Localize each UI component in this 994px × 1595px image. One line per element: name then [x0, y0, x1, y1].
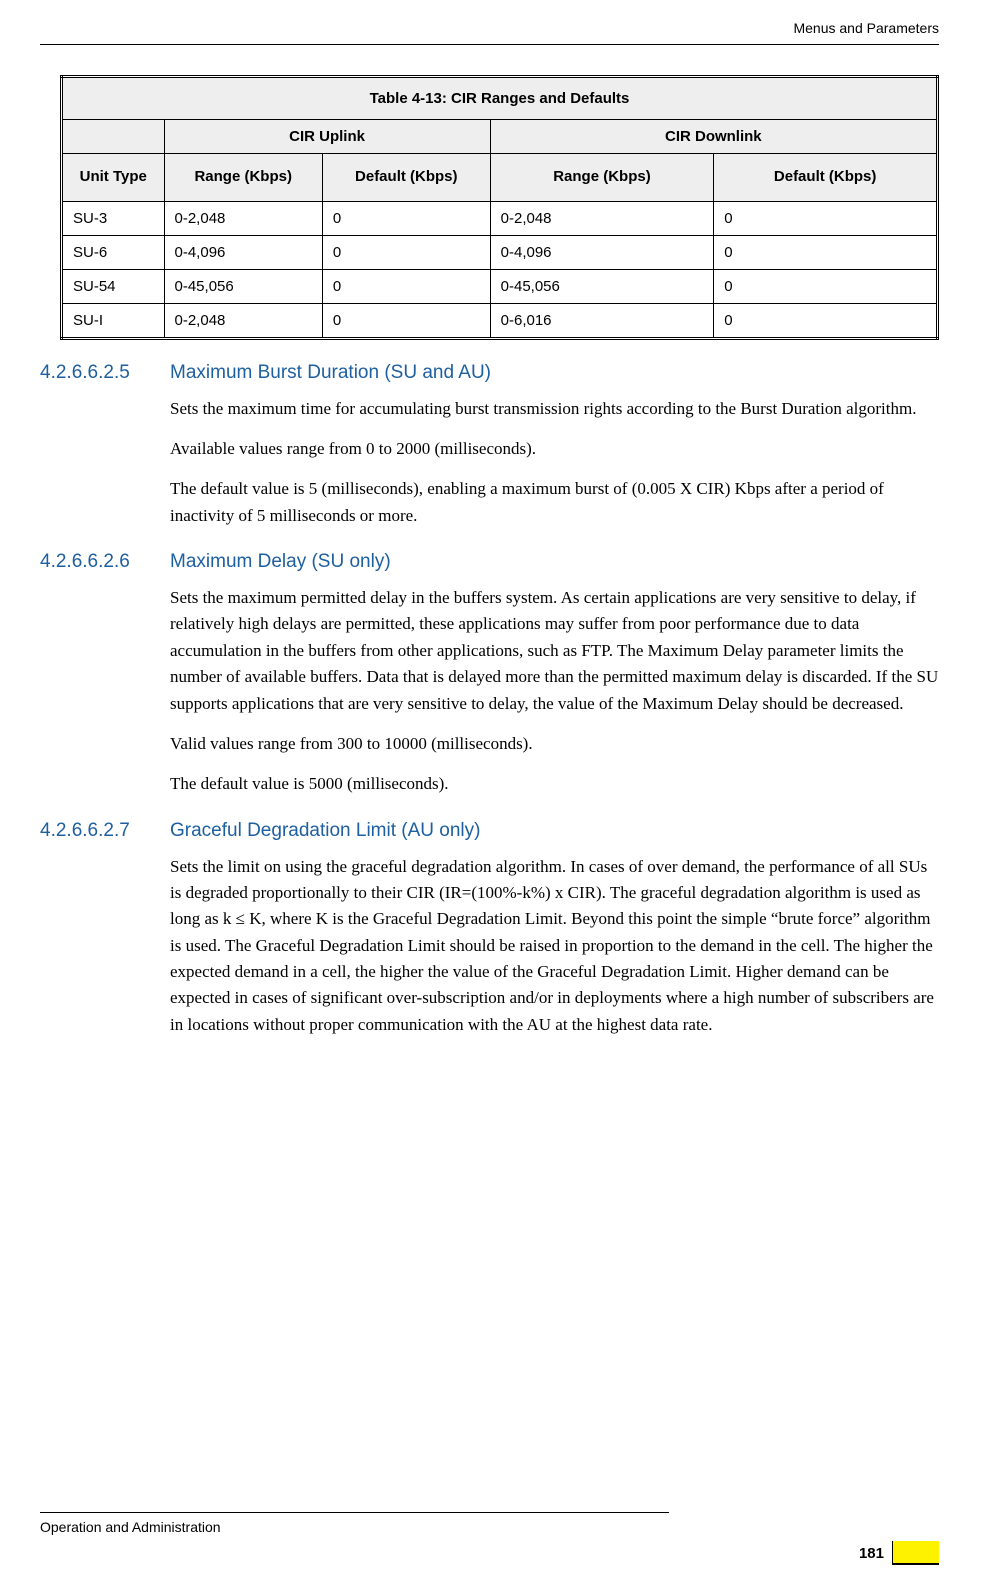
table-row: SU-3 0-2,048 0 0-2,048 0 [62, 201, 938, 235]
table-hdr-dn-default: Default (Kbps) [714, 154, 938, 202]
paragraph: The default value is 5000 (milliseconds)… [170, 771, 939, 797]
cell-unit: SU-I [62, 303, 165, 338]
section-heading: 4.2.6.6.2.7 Graceful Degradation Limit (… [40, 820, 939, 842]
cell-up-default: 0 [322, 235, 490, 269]
page-marker-icon [892, 1541, 939, 1565]
table-row: SU-I 0-2,048 0 0-6,016 0 [62, 303, 938, 338]
table-group-uplink: CIR Uplink [164, 120, 490, 154]
cell-dn-default: 0 [714, 303, 938, 338]
section-body: Sets the limit on using the graceful deg… [170, 854, 939, 1038]
table-group-downlink: CIR Downlink [490, 120, 937, 154]
paragraph: Sets the maximum permitted delay in the … [170, 585, 939, 717]
cir-table: Table 4-13: CIR Ranges and Defaults CIR … [60, 75, 939, 340]
cell-dn-range: 0-4,096 [490, 235, 714, 269]
section-number: 4.2.6.6.2.6 [40, 551, 170, 573]
cell-unit: SU-6 [62, 235, 165, 269]
cell-dn-default: 0 [714, 201, 938, 235]
cell-up-default: 0 [322, 303, 490, 338]
paragraph: Available values range from 0 to 2000 (m… [170, 436, 939, 462]
cell-dn-range: 0-45,056 [490, 269, 714, 303]
section-number: 4.2.6.6.2.7 [40, 820, 170, 842]
section-heading: 4.2.6.6.2.6 Maximum Delay (SU only) [40, 551, 939, 573]
footer-left: Operation and Administration [40, 1519, 939, 1535]
cell-unit: SU-3 [62, 201, 165, 235]
section-heading: 4.2.6.6.2.5 Maximum Burst Duration (SU a… [40, 362, 939, 384]
section-title: Maximum Delay (SU only) [170, 551, 391, 573]
footer: Operation and Administration 181 [40, 1512, 939, 1565]
table-title: Table 4-13: CIR Ranges and Defaults [62, 77, 938, 120]
paragraph: Sets the maximum time for accumulating b… [170, 396, 939, 422]
cell-up-default: 0 [322, 201, 490, 235]
cell-dn-default: 0 [714, 269, 938, 303]
footer-rule [40, 1512, 669, 1513]
section-body: Sets the maximum time for accumulating b… [170, 396, 939, 529]
cell-up-range: 0-2,048 [164, 303, 322, 338]
section-body: Sets the maximum permitted delay in the … [170, 585, 939, 797]
header-rule [40, 44, 939, 45]
cell-up-default: 0 [322, 269, 490, 303]
cell-unit: SU-54 [62, 269, 165, 303]
cell-dn-range: 0-6,016 [490, 303, 714, 338]
paragraph: Valid values range from 300 to 10000 (mi… [170, 731, 939, 757]
table-hdr-dn-range: Range (Kbps) [490, 154, 714, 202]
cell-up-range: 0-45,056 [164, 269, 322, 303]
cell-dn-default: 0 [714, 235, 938, 269]
table-hdr-unit: Unit Type [62, 154, 165, 202]
table-row: SU-54 0-45,056 0 0-45,056 0 [62, 269, 938, 303]
table-group-blank [62, 120, 165, 154]
paragraph: The default value is 5 (milliseconds), e… [170, 476, 939, 529]
section-number: 4.2.6.6.2.5 [40, 362, 170, 384]
table-hdr-up-default: Default (Kbps) [322, 154, 490, 202]
table-hdr-up-range: Range (Kbps) [164, 154, 322, 202]
cell-up-range: 0-4,096 [164, 235, 322, 269]
table-row: SU-6 0-4,096 0 0-4,096 0 [62, 235, 938, 269]
section-title: Graceful Degradation Limit (AU only) [170, 820, 480, 842]
header-right: Menus and Parameters [40, 20, 939, 44]
cell-up-range: 0-2,048 [164, 201, 322, 235]
section-title: Maximum Burst Duration (SU and AU) [170, 362, 491, 384]
cell-dn-range: 0-2,048 [490, 201, 714, 235]
paragraph: Sets the limit on using the graceful deg… [170, 854, 939, 1038]
page-number: 181 [859, 1545, 884, 1562]
